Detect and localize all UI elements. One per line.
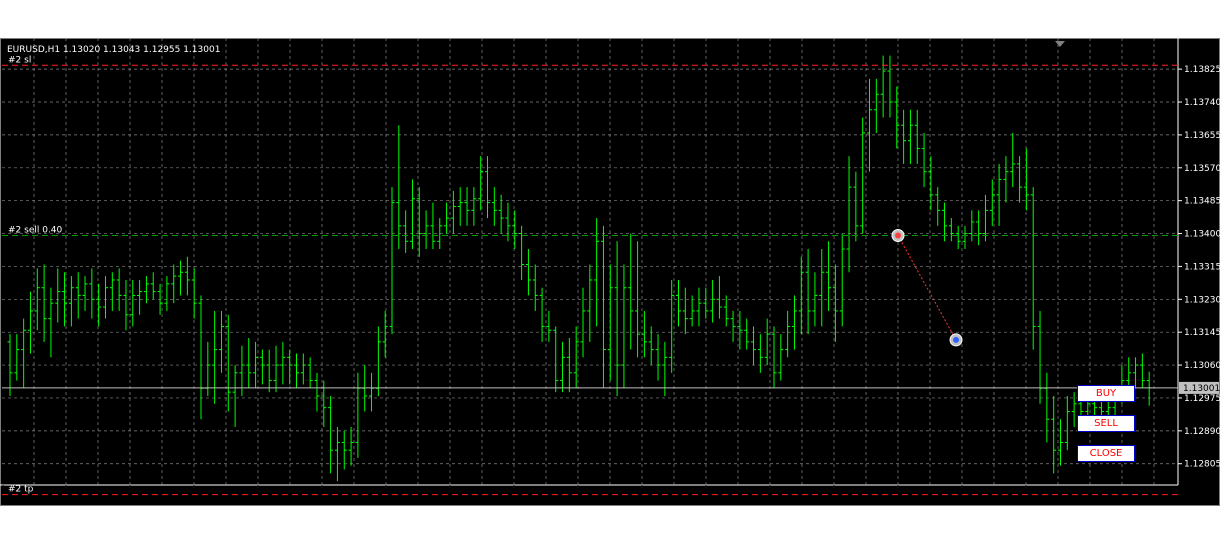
time-tick-label: 29 Dec 05:00 [322, 489, 383, 499]
time-tick-label: 28 Dec 13:00 [194, 489, 255, 499]
trade-connector-line [897, 235, 957, 341]
price-tick-label: 1.13825 [1184, 65, 1221, 75]
sell-button[interactable]: SELL [1077, 415, 1135, 432]
price-tick-label: 1.13230 [1184, 295, 1221, 305]
time-tick-label: 29 Dec 13:00 [386, 489, 447, 499]
price-tick-label: 1.13570 [1184, 164, 1221, 174]
price-chart[interactable]: 1.13825 1.13740 1.13655 1.13570 1.13485 1.134… [0, 38, 1222, 506]
time-tick-label: 3 Jan 17:00 [962, 489, 1014, 499]
time-tick-label: 27 Dec 21:00 [66, 489, 127, 499]
sell-entry-marker-dot [895, 232, 901, 239]
price-tick-label: 1.12890 [1184, 427, 1221, 437]
time-tick-label: 28 Dec 05:00 [130, 489, 191, 499]
time-tick-label: 31 Dec 13:00 [770, 489, 831, 499]
time-tick-label: 28 Dec 21:00 [258, 489, 319, 499]
close-button[interactable]: CLOSE [1077, 445, 1135, 462]
price-tick-label: 1.13400 [1184, 230, 1221, 240]
stop-loss-label: #2 sl [8, 55, 31, 65]
price-tick-label: 1.12805 [1184, 460, 1221, 470]
chart-symbol-header: EURUSD,H1 1.13020 1.13043 1.12955 1.1300… [7, 45, 220, 55]
price-tick-label: 1.13485 [1184, 197, 1221, 207]
buy-button[interactable]: BUY [1077, 385, 1135, 402]
time-tick-label: 3 Jan 01:00 [834, 489, 886, 499]
time-tick-label: 30 Dec 13:00 [578, 489, 639, 499]
order-label: #2 sell 0.40 [8, 225, 63, 235]
price-tick-label: 1.13145 [1184, 328, 1221, 338]
time-tick-label: 31 Dec 05:00 [706, 489, 767, 499]
price-tick-label: 1.12975 [1184, 394, 1221, 404]
time-tick-label: 30 Dec 05:00 [514, 489, 575, 499]
take-profit-label: #2 tp [8, 485, 34, 495]
price-tick-label: 1.13060 [1184, 361, 1221, 371]
price-tick-label: 1.13655 [1184, 131, 1221, 141]
time-tick-label: 29 Dec 21:00 [450, 489, 511, 499]
current-price-label: 1.13001 [1183, 384, 1220, 394]
buy-exit-marker-dot [953, 336, 959, 343]
price-tick-label: 1.13315 [1184, 262, 1221, 272]
chart-shift-marker-icon [1055, 41, 1065, 47]
time-tick-label: 3 Jan 09:00 [898, 489, 950, 499]
time-tick-label: 4 Jan 01:00 [1026, 489, 1078, 499]
price-tick-label: 1.13740 [1184, 98, 1221, 108]
time-tick-label: 30 Dec 21:00 [642, 489, 703, 499]
